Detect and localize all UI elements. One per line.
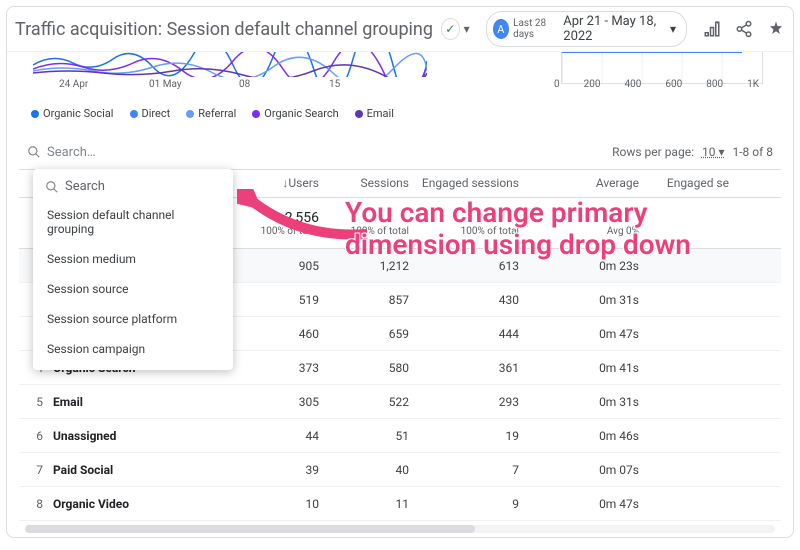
search-icon (27, 145, 41, 159)
row-engaged: 444 (419, 327, 529, 341)
col-average[interactable]: Average (529, 176, 649, 190)
row-avg: 0m 23s (529, 259, 649, 273)
row-avg: 0m 46s (529, 429, 649, 443)
share-icon[interactable] (735, 20, 753, 38)
date-label: Last 28 days (513, 18, 559, 40)
legend: Organic Social Direct Referral Organic S… (31, 107, 394, 120)
row-channel-name: Email (53, 395, 229, 409)
row-sessions: 857 (329, 293, 419, 307)
trend-x-axis: 24 Apr 01 May 08 15 (59, 79, 369, 90)
row-users: 373 (229, 361, 329, 375)
table-row[interactable]: 6Unassigned4451190m 46s (19, 419, 781, 453)
row-channel-name: Organic Video (53, 497, 229, 511)
row-engaged: 361 (419, 361, 529, 375)
date-range-picker[interactable]: A Last 28 days Apr 21 - May 18, 2022 ▾ (486, 11, 687, 47)
dropdown-search[interactable]: Search (33, 173, 233, 200)
row-sessions: 522 (329, 395, 419, 409)
table-row[interactable]: 8Organic Video101190m 47s (19, 487, 781, 521)
row-channel-name: Unassigned (53, 429, 229, 443)
customize-icon[interactable] (703, 20, 721, 38)
col-sessions[interactable]: Sessions (329, 176, 419, 190)
dropdown-item[interactable]: Session campaign (33, 334, 233, 364)
dropdown-item[interactable]: Session default channel grouping (33, 200, 233, 244)
insights-icon[interactable] (767, 20, 785, 38)
pagination-range: 1-8 of 8 (732, 145, 773, 159)
dropdown-item[interactable]: Session source (33, 274, 233, 304)
row-engaged: 7 (419, 463, 529, 477)
rows-per-page-select[interactable]: 10 ▾ (702, 145, 725, 159)
row-avg: 0m 07s (529, 463, 649, 477)
table-row[interactable]: 5Email3055222930m 31s (19, 385, 781, 419)
status-chip[interactable]: ✓ (441, 18, 460, 40)
search-row: Search… Rows per page: 10 ▾ 1-8 of 8 (19, 135, 781, 170)
chevron-down-icon[interactable]: ▾ (464, 22, 470, 36)
row-index: 7 (19, 463, 53, 477)
table-row[interactable]: 7Paid Social394070m 07s (19, 453, 781, 487)
row-avg: 0m 47s (529, 327, 649, 341)
row-users: 519 (229, 293, 329, 307)
rows-per-page-label: Rows per page: (612, 145, 694, 159)
search-placeholder: Search… (47, 145, 96, 160)
dropdown-item[interactable]: Session source platform (33, 304, 233, 334)
legend-item[interactable]: Direct (130, 107, 171, 120)
row-sessions: 51 (329, 429, 419, 443)
col-engaged-sessions[interactable]: Engaged sessions (419, 176, 529, 190)
row-avg: 0m 31s (529, 395, 649, 409)
row-engaged: 613 (419, 259, 529, 273)
col-engaged-se[interactable]: Engaged se (649, 176, 739, 190)
row-engaged: 430 (419, 293, 529, 307)
date-range: Apr 21 - May 18, 2022 (563, 14, 666, 44)
row-channel-name: Paid Social (53, 463, 229, 477)
legend-item[interactable]: Email (355, 107, 394, 120)
row-sessions: 40 (329, 463, 419, 477)
row-engaged: 293 (419, 395, 529, 409)
row-sessions: 659 (329, 327, 419, 341)
horizontal-scrollbar[interactable] (25, 525, 775, 533)
avatar: A (493, 19, 509, 39)
row-users: 10 (229, 497, 329, 511)
row-index: 6 (19, 429, 53, 443)
row-users: 460 (229, 327, 329, 341)
dimension-dropdown: Search Session default channel groupingS… (33, 169, 233, 370)
col-users[interactable]: Users (288, 176, 319, 190)
row-users: 905 (229, 259, 329, 273)
chart-zone: 24 Apr 01 May 08 15 0 200 400 600 800 1K (19, 47, 781, 102)
row-engaged: 9 (419, 497, 529, 511)
row-users: 39 (229, 463, 329, 477)
row-sessions: 1,212 (329, 259, 419, 273)
row-sessions: 580 (329, 361, 419, 375)
search-icon (45, 180, 59, 194)
row-users: 44 (229, 429, 329, 443)
legend-item[interactable]: Organic Search (252, 107, 338, 120)
row-avg: 0m 31s (529, 293, 649, 307)
row-index: 5 (19, 395, 53, 409)
legend-item[interactable]: Referral (186, 107, 236, 120)
report-card: Traffic acquisition: Session default cha… (6, 6, 794, 538)
table-search[interactable]: Search… (27, 145, 96, 160)
row-index: 8 (19, 497, 53, 511)
row-users: 305 (229, 395, 329, 409)
report-header: Traffic acquisition: Session default cha… (7, 7, 793, 52)
row-avg: 0m 41s (529, 361, 649, 375)
report-title: Traffic acquisition: Session default cha… (15, 19, 433, 40)
chevron-down-icon: ▾ (670, 22, 676, 36)
row-avg: 0m 47s (529, 497, 649, 511)
dropdown-item[interactable]: Session medium (33, 244, 233, 274)
row-engaged: 19 (419, 429, 529, 443)
bar-x-axis: 0 200 400 600 800 1K (554, 79, 759, 90)
row-sessions: 11 (329, 497, 419, 511)
scrollbar-thumb[interactable] (25, 525, 475, 533)
legend-item[interactable]: Organic Social (31, 107, 114, 120)
summary-users: 2,556 (229, 210, 319, 226)
